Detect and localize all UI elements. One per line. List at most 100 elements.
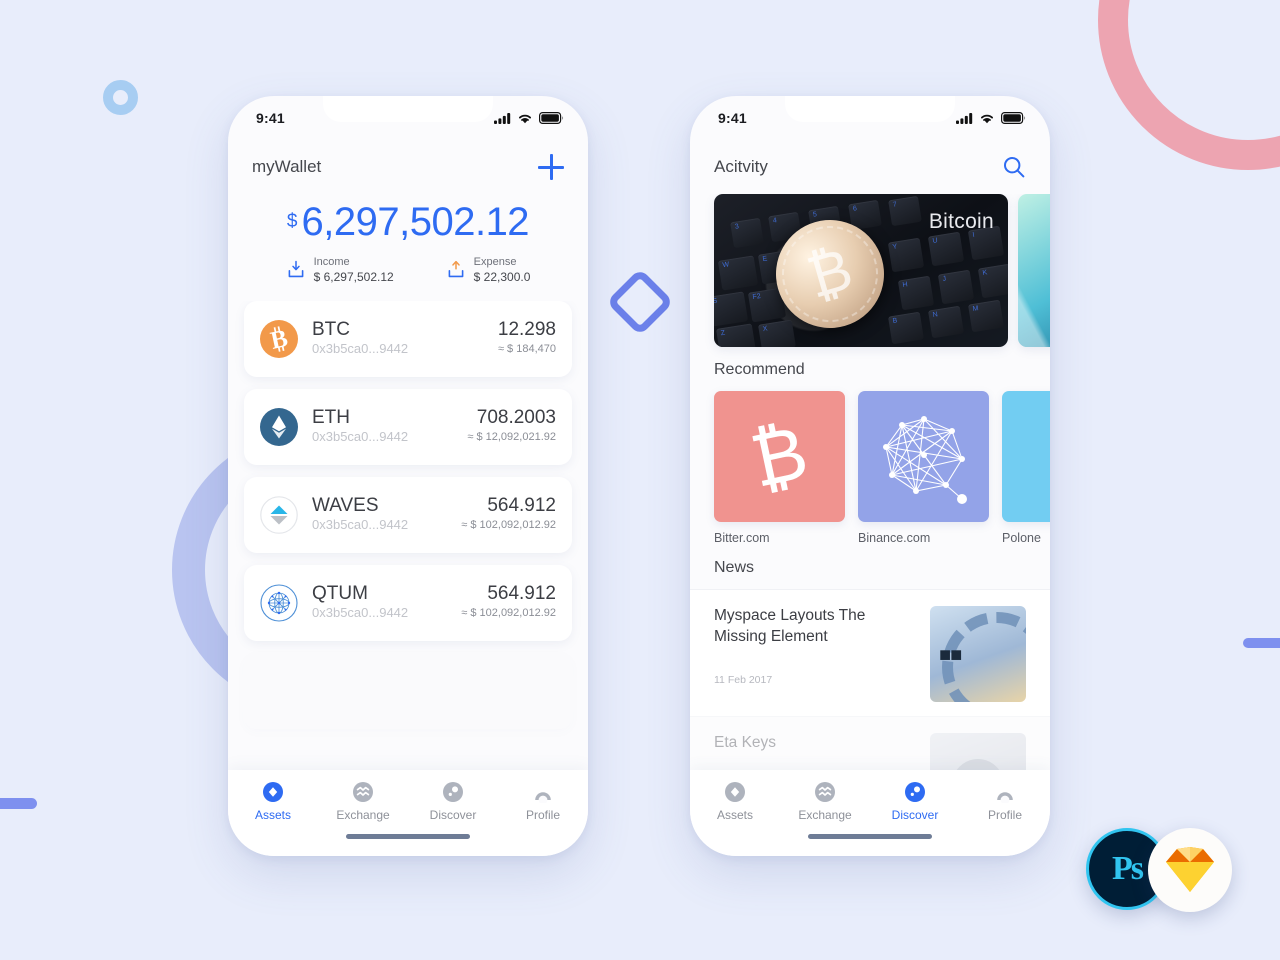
- tab-discover[interactable]: Discover: [870, 781, 960, 822]
- tab-label: Exchange: [336, 808, 390, 822]
- list-item[interactable]: Polone: [1002, 391, 1050, 545]
- recommend-label: Polone: [1002, 531, 1041, 545]
- exchange-wave-icon: [353, 782, 373, 802]
- home-indicator: [808, 834, 932, 839]
- recommend-label: Bitter.com: [714, 531, 770, 545]
- list-item[interactable]: ₿ Bitter.com: [714, 391, 845, 545]
- asset-fiat-value: ≈ $ 12,092,021.92: [467, 430, 556, 443]
- recommend-tile[interactable]: [1002, 391, 1050, 522]
- sketch-diamond-icon: [1166, 847, 1214, 892]
- tab-discover[interactable]: Discover: [408, 781, 498, 822]
- profile-person-icon: [535, 792, 551, 803]
- balance-amount: 6,297,502.12: [301, 200, 530, 244]
- network-mesh-icon: [882, 415, 967, 504]
- balance-panel: $ 6,297,502.12 Income $ 6,297,502.12 Exp…: [228, 194, 588, 301]
- tab-assets[interactable]: Assets: [690, 781, 780, 822]
- asset-address: 0x3b5ca0...9442: [312, 428, 409, 444]
- decor-bar-left-icon: [0, 798, 37, 809]
- phone-notch: [323, 96, 493, 122]
- section-title-news: News: [714, 559, 755, 576]
- tab-label: Discover: [429, 808, 477, 822]
- add-wallet-button[interactable]: [538, 154, 564, 180]
- table-row[interactable]: QTUM 0x3b5ca0...9442 564.912 ≈ $ 102,092…: [244, 564, 572, 641]
- tab-exchange[interactable]: Exchange: [780, 781, 870, 822]
- discover-compass-icon: [443, 782, 463, 802]
- asset-amount: 564.912: [487, 495, 556, 517]
- qtum-coin-icon: [260, 584, 298, 622]
- expense-summary: Expense $ 22,300.0: [446, 256, 530, 285]
- waves-coin-icon: [260, 495, 298, 534]
- battery-icon: [539, 112, 564, 124]
- asset-list[interactable]: B BTC 0x3b5ca0...9442 12.298 ≈ $ 184,470: [228, 300, 588, 770]
- list-item[interactable]: Binance.com: [858, 391, 989, 545]
- recommend-label: Binance.com: [858, 531, 931, 545]
- search-icon[interactable]: [1002, 155, 1026, 179]
- table-row-partial[interactable]: [244, 652, 572, 729]
- asset-symbol: WAVES: [312, 494, 379, 516]
- tab-exchange[interactable]: Exchange: [318, 781, 408, 822]
- battery-icon: [1001, 112, 1026, 124]
- decor-arc-pink-icon: [1098, 0, 1280, 170]
- signal-icon: [494, 112, 511, 124]
- asset-address: 0x3b5ca0...9442: [312, 516, 409, 532]
- tab-bar: Assets Exchange Discover Profile: [228, 770, 588, 856]
- tab-label: Exchange: [798, 808, 852, 822]
- eth-coin-icon: [260, 407, 298, 446]
- photoshop-label: Ps: [1112, 850, 1144, 887]
- decor-ring-blue-icon: [103, 80, 138, 115]
- table-row[interactable]: ETH 0x3b5ca0...9442 708.2003 ≈ $ 12,092,…: [244, 388, 572, 465]
- recommend-list[interactable]: ₿ Bitter.com Binance.com Polone: [690, 391, 1050, 545]
- banner-bitcoin[interactable]: W E S F2 Z X 3 4 5 6 7 Y U I H J K B N M…: [714, 194, 1008, 347]
- tab-profile[interactable]: Profile: [960, 781, 1050, 822]
- asset-fiat-value: ≈ $ 102,092,012.92: [461, 606, 556, 619]
- news-thumbnail: [930, 733, 1026, 770]
- tab-profile[interactable]: Profile: [498, 781, 588, 822]
- tab-label: Profile: [525, 808, 560, 822]
- table-row[interactable]: B BTC 0x3b5ca0...9442 12.298 ≈ $ 184,470: [244, 300, 572, 377]
- tab-label: Discover: [891, 808, 939, 822]
- nav-bar-assets: myWallet: [228, 140, 588, 194]
- tab-assets[interactable]: Assets: [228, 781, 318, 822]
- asset-fiat-value: ≈ $ 184,470: [497, 342, 556, 355]
- asset-symbol: BTC: [312, 318, 350, 340]
- tab-label: Profile: [987, 808, 1022, 822]
- news-thumbnail: ■■: [930, 606, 1026, 702]
- table-row[interactable]: WAVES 0x3b5ca0...9442 564.912 ≈ $ 102,09…: [244, 476, 572, 553]
- home-indicator: [346, 834, 470, 839]
- teal-abstract-photo: [1018, 194, 1050, 347]
- asset-fiat-value: ≈ $ 102,092,012.92: [461, 518, 556, 531]
- assets-diamond-icon: [725, 782, 745, 802]
- balance-currency-symbol: $: [286, 211, 298, 232]
- nav-bar-discover: Acitvity: [690, 140, 1050, 194]
- wifi-icon: [519, 114, 531, 124]
- canvas: 9:41 myWallet $ 6,297,502.12 Income $ 6,…: [0, 0, 1280, 960]
- income-label: Income: [313, 256, 350, 268]
- discover-compass-icon: [905, 782, 925, 802]
- btc-glyph-icon: ₿: [743, 409, 815, 503]
- status-time: 9:41: [256, 110, 285, 126]
- news-title: Eta Keys: [714, 734, 777, 751]
- banner-carousel[interactable]: W E S F2 Z X 3 4 5 6 7 Y U I H J K B N M…: [690, 194, 1050, 347]
- section-title-recommend: Recommend: [714, 361, 805, 378]
- assets-diamond-icon: [263, 782, 283, 802]
- list-item[interactable]: Myspace Layouts The Missing Element 11 F…: [690, 589, 1050, 716]
- signal-icon: [956, 112, 973, 124]
- asset-amount: 12.298: [497, 319, 556, 341]
- asset-address: 0x3b5ca0...9442: [312, 340, 409, 356]
- list-item[interactable]: Eta Keys: [690, 716, 1050, 770]
- page-title: Acitvity: [714, 157, 768, 176]
- recommend-tile[interactable]: [858, 391, 989, 522]
- banner-secondary[interactable]: [1018, 194, 1050, 347]
- exchange-wave-icon: [815, 782, 835, 802]
- discover-content[interactable]: W E S F2 Z X 3 4 5 6 7 Y U I H J K B N M…: [690, 194, 1050, 770]
- ibm-logo-icon: ■■: [939, 644, 962, 666]
- expense-label: Expense: [473, 256, 517, 268]
- recommend-tile[interactable]: ₿: [714, 391, 845, 522]
- income-summary: Income $ 6,297,502.12: [286, 256, 394, 285]
- banner-caption: Bitcoin: [928, 210, 994, 233]
- news-date: 11 Feb 2017: [714, 673, 773, 686]
- decor-diamond-icon: [606, 268, 674, 336]
- btc-glyph-icon: ₿: [800, 236, 860, 311]
- sketch-badge-icon: [1148, 828, 1232, 912]
- profile-person-icon: [997, 792, 1013, 803]
